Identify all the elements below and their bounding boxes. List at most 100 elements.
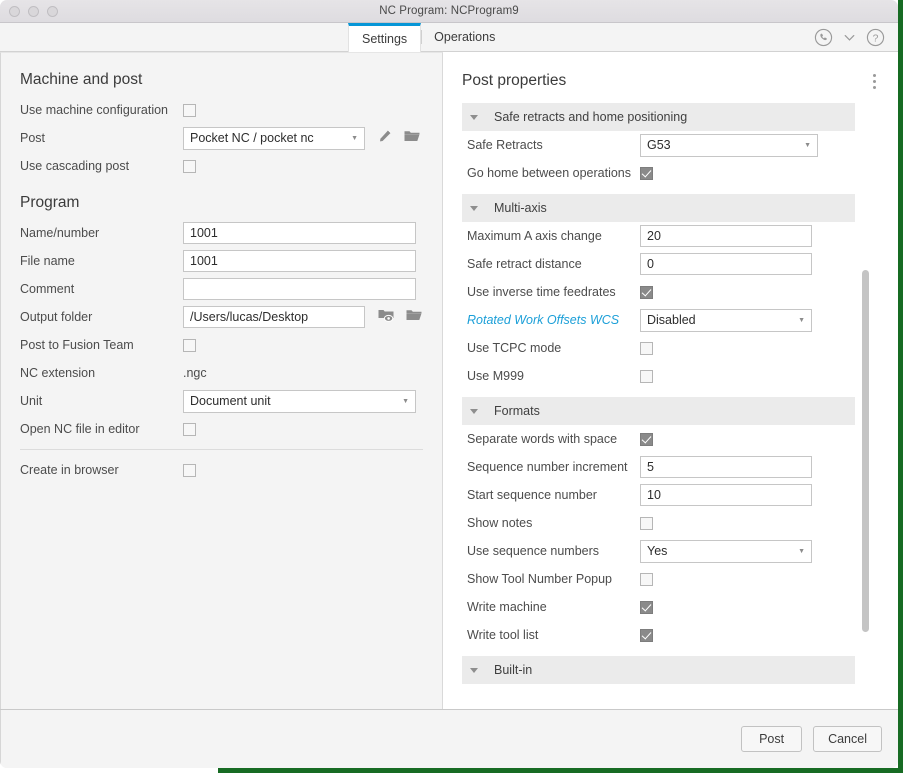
file-name-label: File name — [20, 254, 183, 268]
start-sequence-number-label: Start sequence number — [467, 488, 640, 502]
tab-settings-label: Settings — [362, 32, 407, 46]
unit-select[interactable]: Document unit ▼ — [183, 390, 416, 413]
show-tool-number-popup-checkbox[interactable] — [640, 573, 653, 586]
left-pane-divider — [20, 449, 423, 450]
row-post: Post Pocket NC / pocket nc ▼ — [1, 124, 442, 152]
row-open-nc-in-editor: Open NC file in editor — [1, 415, 442, 443]
show-notes-checkbox[interactable] — [640, 517, 653, 530]
group-header-multi-axis[interactable]: Multi-axis — [462, 194, 855, 222]
row-unit: Unit Document unit ▼ — [1, 387, 442, 415]
settings-left-pane: Machine and post Use machine configurati… — [0, 52, 443, 709]
go-home-between-operations-label: Go home between operations — [467, 166, 640, 180]
post-properties-scrollbar[interactable] — [862, 270, 869, 632]
sequence-number-increment-input[interactable]: 5 — [640, 456, 812, 478]
tab-operations-label: Operations — [434, 30, 495, 44]
safe-retract-distance-value: 0 — [647, 257, 654, 271]
row-file-name: File name 1001 — [1, 247, 442, 275]
pencil-icon[interactable] — [377, 128, 393, 149]
output-folder-value: /Users/lucas/Desktop — [190, 310, 308, 324]
show-tool-number-popup-label: Show Tool Number Popup — [467, 572, 640, 586]
nc-program-dialog: NC Program: NCProgram9 Settings Operatio… — [0, 0, 898, 768]
cancel-button[interactable]: Cancel — [813, 726, 882, 752]
post-select-value: Pocket NC / pocket nc — [190, 131, 314, 145]
group-header-built-in[interactable]: Built-in — [462, 656, 855, 684]
row-go-home-between-operations: Go home between operations — [443, 159, 898, 187]
post-button[interactable]: Post — [741, 726, 802, 752]
phone-support-icon[interactable] — [814, 28, 833, 47]
sequence-number-increment-value: 5 — [647, 460, 654, 474]
folder-open-icon[interactable] — [403, 128, 421, 149]
safe-retract-distance-input[interactable]: 0 — [640, 253, 812, 275]
safe-retract-distance-label: Safe retract distance — [467, 257, 640, 271]
help-icon[interactable]: ? — [866, 28, 885, 47]
row-nc-extension: NC extension .ngc — [1, 359, 442, 387]
unit-label: Unit — [20, 394, 183, 408]
folder-preview-icon[interactable] — [377, 307, 395, 328]
row-comment: Comment — [1, 275, 442, 303]
separate-words-with-space-checkbox[interactable] — [640, 433, 653, 446]
row-output-folder: Output folder /Users/lucas/Desktop — [1, 303, 442, 331]
safe-retracts-select[interactable]: G53 ▼ — [640, 134, 818, 157]
maximum-a-axis-change-input[interactable]: 20 — [640, 225, 812, 247]
chevron-down-icon: ▼ — [798, 548, 805, 555]
post-to-fusion-team-checkbox[interactable] — [183, 339, 196, 352]
chevron-down-icon[interactable] — [840, 28, 859, 47]
safe-retracts-value: G53 — [647, 138, 671, 152]
write-tool-list-checkbox[interactable] — [640, 629, 653, 642]
group-label-built-in: Built-in — [494, 663, 532, 677]
kebab-menu-icon[interactable] — [867, 69, 882, 94]
post-properties-title: Post properties — [462, 72, 566, 90]
chevron-down-icon: ▼ — [798, 317, 805, 324]
start-sequence-number-input[interactable]: 10 — [640, 484, 812, 506]
group-label-multi-axis: Multi-axis — [494, 201, 547, 215]
post-properties-header: Post properties — [443, 66, 898, 96]
use-sequence-numbers-label: Use sequence numbers — [467, 544, 640, 558]
screen-recording-border-right — [898, 0, 903, 773]
row-use-sequence-numbers: Use sequence numbers Yes ▼ — [443, 537, 898, 565]
post-button-label: Post — [759, 732, 784, 746]
open-nc-in-editor-label: Open NC file in editor — [20, 422, 183, 436]
post-select[interactable]: Pocket NC / pocket nc ▼ — [183, 127, 365, 150]
start-sequence-number-value: 10 — [647, 488, 661, 502]
rotated-work-offsets-wcs-select[interactable]: Disabled ▼ — [640, 309, 812, 332]
row-safe-retract-distance: Safe retract distance 0 — [443, 250, 898, 278]
use-m999-checkbox[interactable] — [640, 370, 653, 383]
file-name-input[interactable]: 1001 — [183, 250, 416, 272]
post-to-fusion-team-label: Post to Fusion Team — [20, 338, 183, 352]
safe-retracts-label: Safe Retracts — [467, 138, 640, 152]
tab-operations[interactable]: Operations — [421, 23, 508, 51]
use-tcpc-mode-checkbox[interactable] — [640, 342, 653, 355]
svg-text:?: ? — [873, 33, 879, 44]
output-folder-row-icons — [377, 307, 423, 328]
separate-words-with-space-label: Separate words with space — [467, 432, 640, 446]
maximum-a-axis-change-value: 20 — [647, 229, 661, 243]
row-separate-words-with-space: Separate words with space — [443, 425, 898, 453]
cancel-button-label: Cancel — [828, 732, 867, 746]
group-label-safe-retracts: Safe retracts and home positioning — [494, 110, 687, 124]
group-header-formats[interactable]: Formats — [462, 397, 855, 425]
use-machine-configuration-checkbox[interactable] — [183, 104, 196, 117]
create-in-browser-checkbox[interactable] — [183, 464, 196, 477]
chevron-down-icon: ▼ — [351, 135, 358, 142]
use-machine-configuration-label: Use machine configuration — [20, 103, 183, 117]
row-create-in-browser: Create in browser — [1, 456, 442, 484]
row-maximum-a-axis-change: Maximum A axis change 20 — [443, 222, 898, 250]
comment-label: Comment — [20, 282, 183, 296]
output-folder-input[interactable]: /Users/lucas/Desktop — [183, 306, 365, 328]
comment-input[interactable] — [183, 278, 416, 300]
group-header-safe-retracts[interactable]: Safe retracts and home positioning — [462, 103, 855, 131]
open-nc-in-editor-checkbox[interactable] — [183, 423, 196, 436]
tab-settings[interactable]: Settings — [348, 23, 421, 52]
use-inverse-time-feedrates-checkbox[interactable] — [640, 286, 653, 299]
post-label: Post — [20, 131, 183, 145]
name-number-input[interactable]: 1001 — [183, 222, 416, 244]
folder-open-icon[interactable] — [405, 307, 423, 328]
go-home-between-operations-checkbox[interactable] — [640, 167, 653, 180]
chevron-down-icon — [470, 206, 478, 211]
write-machine-checkbox[interactable] — [640, 601, 653, 614]
row-write-tool-list: Write tool list — [443, 621, 898, 649]
file-name-value: 1001 — [190, 254, 218, 268]
row-use-m999: Use M999 — [443, 362, 898, 390]
use-sequence-numbers-select[interactable]: Yes ▼ — [640, 540, 812, 563]
use-cascading-post-checkbox[interactable] — [183, 160, 196, 173]
